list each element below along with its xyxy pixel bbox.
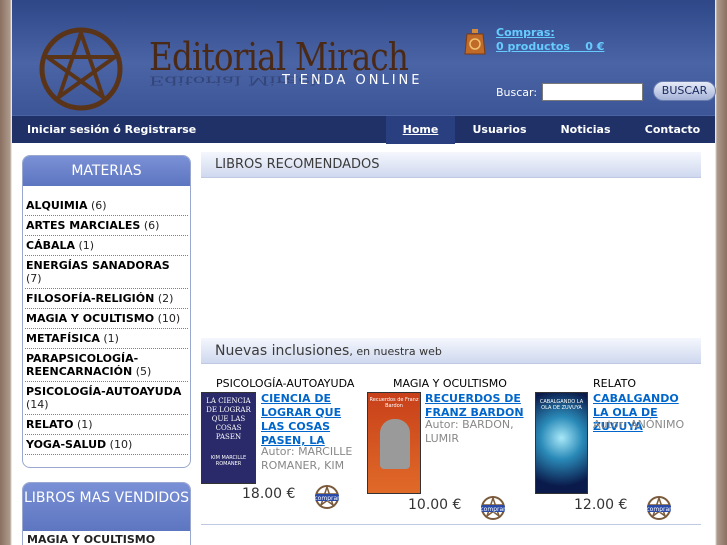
category-item[interactable]: METAFÍSICA (1) (25, 329, 188, 349)
book-card: MAGIA Y OCULTISMO Recuerdos de Franz Bar… (367, 377, 532, 520)
category-item[interactable]: YOGA-SALUD (10) (25, 435, 188, 455)
category-name[interactable]: YOGA-SALUD (26, 438, 106, 451)
category-count: (6) (90, 199, 107, 212)
book-author: Autor: BARDON, LUMIR (425, 418, 514, 445)
category-name[interactable]: PARAPSICOLOGÍA-REENCARNACIÓN (26, 352, 138, 378)
category-item[interactable]: PSICOLOGÍA-AUTOAYUDA (14) (25, 382, 188, 415)
recommended-heading: LIBROS RECOMENDADOS (201, 152, 701, 178)
cover-title: Recuerdos de Franz Bardon (369, 397, 419, 409)
login-register-link[interactable]: Iniciar sesión ó Registrarse (27, 123, 196, 136)
search-input[interactable] (542, 83, 643, 101)
svg-text:comprar: comprar (646, 506, 672, 513)
recommended-area (201, 178, 701, 338)
svg-text:comprar: comprar (480, 506, 506, 513)
bestsellers-panel: LIBROS MAS VENDIDOS MAGIA Y OCULTISMO (22, 482, 191, 545)
category-item[interactable]: PARAPSICOLOGÍA-REENCARNACIÓN (5) (25, 349, 188, 382)
section-divider (201, 524, 701, 525)
category-name[interactable]: PSICOLOGÍA-AUTOAYUDA (26, 385, 181, 398)
category-count: (7) (26, 272, 42, 285)
site-header: Editorial Mirach Editorial Mirach TIENDA… (12, 0, 716, 115)
nav-usuarios[interactable]: Usuarios (462, 116, 537, 144)
category-name[interactable]: ENERGÍAS SANADORAS (26, 259, 170, 272)
book-category: RELATO (593, 377, 637, 390)
category-count: (1) (77, 418, 93, 431)
book-card: RELATO CABALGANDO LA OLA DE ZUVUYA CABAL… (533, 377, 698, 520)
cover-title: CABALGANDO LA OLA DE ZUVUYA (539, 399, 584, 411)
book-title-link[interactable]: CIENCIA DE LOGRAR QUE LAS COSAS PASEN, L… (261, 392, 365, 448)
cover-author: KIM MARCILLE ROMANER (210, 455, 247, 467)
site-logo[interactable]: Editorial Mirach Editorial Mirach TIENDA… (37, 25, 437, 115)
category-item[interactable]: ARTES MARCIALES (6) (25, 216, 188, 236)
new-arrivals-subtitle: , en nuestra web (349, 345, 442, 358)
book-card: PSICOLOGÍA-AUTOAYUDA LA CIENCIA DE LOGRA… (201, 377, 366, 517)
nav-noticias[interactable]: Noticias (548, 116, 623, 144)
search-label: Buscar: (496, 86, 538, 99)
book-cover[interactable]: CABALGANDO LA OLA DE ZUVUYA (535, 392, 588, 494)
main-content: LIBROS RECOMENDADOS Nuevas inclusiones, … (201, 152, 701, 364)
category-item[interactable]: MAGIA Y OCULTISMO (10) (25, 309, 188, 329)
category-count: (2) (157, 292, 174, 305)
cover-title: LA CIENCIA DE LOGRAR QUE LAS COSAS PASEN (206, 397, 251, 441)
main-nav: Iniciar sesión ó Registrarse Home Usuari… (12, 115, 715, 144)
brand-tagline: TIENDA ONLINE (282, 73, 423, 88)
category-count: (1) (103, 332, 119, 345)
cart-summary[interactable]: 0 productos 0 € (496, 40, 604, 53)
book-category: MAGIA Y OCULTISMO (393, 377, 507, 390)
buy-icon[interactable]: comprar (646, 495, 672, 521)
category-name[interactable]: FILOSOFÍA-RELIGIÓN (26, 292, 154, 305)
category-item[interactable]: ALQUIMIA (6) (25, 196, 188, 216)
materias-title: MATERIAS (23, 156, 190, 186)
new-arrivals-heading: Nuevas inclusiones, en nuestra web (201, 338, 701, 364)
category-item[interactable]: RELATO (1) (25, 415, 188, 435)
category-name[interactable]: ALQUIMIA (26, 199, 87, 212)
nav-home[interactable]: Home (386, 116, 455, 144)
cart-icon[interactable] (464, 27, 486, 57)
svg-text:comprar: comprar (314, 495, 340, 502)
book-author: Autor: MARCILLE ROMANER, KIM (261, 445, 353, 472)
nav-contacto[interactable]: Contacto (635, 116, 710, 144)
category-count: (10) (157, 312, 181, 325)
pentagram-logo-icon (39, 27, 123, 111)
new-arrivals-title: Nuevas inclusiones (215, 343, 350, 359)
book-price: 12.00 € (574, 497, 628, 513)
category-name[interactable]: ARTES MARCIALES (26, 219, 140, 232)
book-author: Autor: ANÓNIMO (593, 418, 685, 431)
book-cover[interactable]: Recuerdos de Franz Bardon (367, 392, 421, 494)
category-item[interactable]: ENERGÍAS SANADORAS (7) (25, 256, 188, 289)
category-name[interactable]: RELATO (26, 418, 74, 431)
buy-icon[interactable]: comprar (314, 484, 340, 510)
cart-label[interactable]: Compras: (496, 26, 555, 39)
materias-panel: MATERIAS ALQUIMIA (6) ARTES MARCIALES (6)… (22, 155, 191, 468)
category-count: (5) (135, 365, 152, 378)
buy-icon[interactable]: comprar (480, 495, 506, 521)
cover-portrait (380, 419, 410, 469)
category-count: (14) (26, 398, 49, 411)
bestsellers-title: LIBROS MAS VENDIDOS (23, 483, 190, 531)
category-list: ALQUIMIA (6) ARTES MARCIALES (6) CÁBALA (1… (23, 186, 190, 455)
book-cover[interactable]: LA CIENCIA DE LOGRAR QUE LAS COSAS PASEN… (201, 392, 256, 484)
category-count: (1) (78, 239, 95, 252)
book-category: PSICOLOGÍA-AUTOAYUDA (216, 377, 355, 390)
bestseller-item[interactable]: MAGIA Y OCULTISMO (23, 531, 190, 545)
category-name[interactable]: MAGIA Y OCULTISMO (26, 312, 154, 325)
book-price: 10.00 € (408, 497, 462, 513)
category-name[interactable]: METAFÍSICA (26, 332, 100, 345)
category-item[interactable]: FILOSOFÍA-RELIGIÓN (2) (25, 289, 188, 309)
category-count: (6) (143, 219, 160, 232)
book-title-link[interactable]: RECUERDOS DE FRANZ BARDON (425, 392, 525, 420)
category-count: (10) (109, 438, 133, 451)
category-item[interactable]: CÁBALA (1) (25, 236, 188, 256)
category-name[interactable]: CÁBALA (26, 239, 75, 252)
search-button[interactable]: BUSCAR (653, 81, 716, 101)
book-price: 18.00 € (242, 486, 296, 502)
